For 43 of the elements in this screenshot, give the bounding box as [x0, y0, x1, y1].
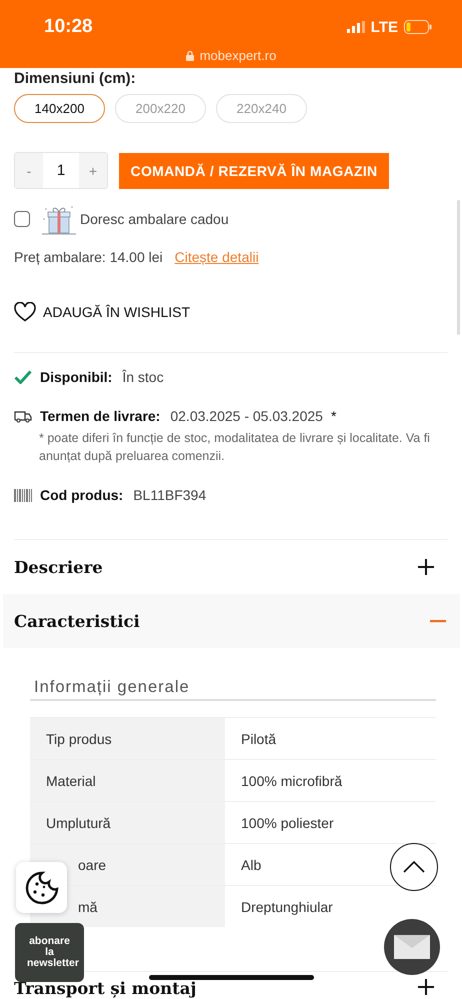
- status-time: 10:28: [44, 16, 93, 38]
- table-cell-text: 100% poliester: [240, 814, 334, 833]
- specs-heading: Informații generale: [30, 678, 436, 701]
- footnote-mark: *: [330, 408, 336, 424]
- truck-icon: [14, 410, 32, 422]
- table-cell: Tip produs: [30, 718, 225, 759]
- product-code-label: Cod produs:: [40, 487, 124, 503]
- check-icon: [14, 370, 32, 384]
- accordion-header[interactable]: Descriere: [14, 540, 448, 594]
- scrollbar[interactable]: [457, 200, 460, 335]
- lock-icon: [186, 50, 194, 60]
- delivery-dates: 02.03.2025 - 05.03.2025: [170, 408, 323, 424]
- availability-label: Disponibil:: [40, 369, 112, 385]
- table-cell-text: Dreptunghiular: [240, 898, 333, 917]
- table-cell-text: Alb: [240, 856, 262, 874]
- cookie-icon: [24, 870, 58, 904]
- network-label: LTE: [370, 18, 398, 36]
- signal-icon: [346, 21, 365, 33]
- availability-value: În stoc: [122, 369, 164, 385]
- product-code: BL11BF394: [133, 487, 206, 503]
- envelope-icon: [394, 935, 430, 959]
- size-option[interactable]: 140x200: [14, 94, 105, 123]
- gift-checkbox[interactable]: [14, 211, 30, 227]
- table-cell: Material: [30, 760, 225, 801]
- barcode-icon: [14, 488, 32, 502]
- table-cell: Umplutură: [30, 802, 225, 843]
- cookie-button[interactable]: [16, 862, 67, 913]
- gift-price: Preț ambalare: 14.00 lei: [14, 249, 163, 265]
- wishlist-link[interactable]: ADAUGĂ ÎN WISHLIST: [43, 304, 190, 320]
- newsletter-button[interactable]: abonare la newsletter: [15, 923, 84, 982]
- expand-icon[interactable]: [418, 979, 434, 995]
- delivery-label: Termen de livrare:: [40, 408, 160, 424]
- delivery-note: * poate diferi în funcție de stoc, modalitatea de livrare și localitate. Va fi anunțat după preluarea comenzii.: [38, 430, 431, 465]
- dimensions-label: Dimensiuni (cm):: [14, 70, 137, 87]
- heart-icon[interactable]: [14, 302, 36, 322]
- gift-label: Doresc ambalare cadou: [80, 211, 229, 227]
- scroll-top-button[interactable]: [390, 843, 438, 891]
- table-cell-text: 100% microfibră: [240, 772, 342, 790]
- chevron-up-icon: [403, 861, 425, 873]
- expand-icon[interactable]: [418, 559, 434, 575]
- accordion-header[interactable]: Caracteristici: [3, 594, 460, 648]
- battery-icon: [404, 20, 432, 34]
- table-cell-text: Pilotă: [240, 730, 276, 748]
